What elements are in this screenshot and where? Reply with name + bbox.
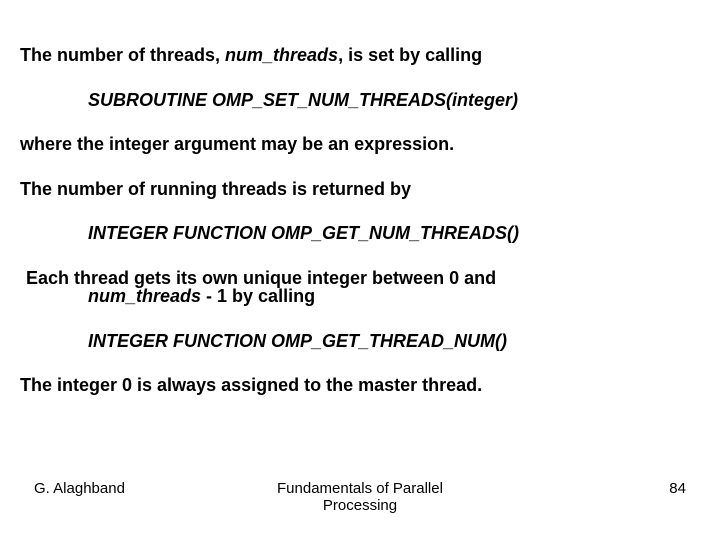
footer-title-line2: Processing bbox=[323, 497, 397, 514]
variable-num-threads: num_threads bbox=[88, 286, 201, 306]
code-get-thread-num: INTEGER FUNCTION OMP_GET_THREAD_NUM() bbox=[20, 330, 700, 353]
footer-author: G. Alaghband bbox=[34, 480, 251, 497]
footer-title-line1: Fundamentals of Parallel bbox=[277, 480, 443, 497]
code-set-num-threads: SUBROUTINE OMP_SET_NUM_THREADS(integer) bbox=[20, 89, 700, 112]
variable-num-threads: num_threads bbox=[225, 45, 338, 65]
paragraph-5: The integer 0 is always assigned to the … bbox=[20, 374, 700, 397]
text: - 1 by calling bbox=[201, 286, 315, 306]
code-get-num-threads: INTEGER FUNCTION OMP_GET_NUM_THREADS() bbox=[20, 222, 700, 245]
paragraph-2: where the integer argument may be an exp… bbox=[20, 133, 700, 156]
paragraph-1: The number of threads, num_threads, is s… bbox=[20, 44, 700, 67]
paragraph-3: The number of running threads is returne… bbox=[20, 178, 700, 201]
text: , is set by calling bbox=[338, 45, 482, 65]
footer-page-number: 84 bbox=[469, 480, 686, 497]
slide: The number of threads, num_threads, is s… bbox=[0, 0, 720, 540]
footer: G. Alaghband Fundamentals of Parallel Pr… bbox=[0, 480, 720, 514]
text: The number of threads, bbox=[20, 45, 225, 65]
footer-title: Fundamentals of Parallel Processing bbox=[251, 480, 468, 514]
